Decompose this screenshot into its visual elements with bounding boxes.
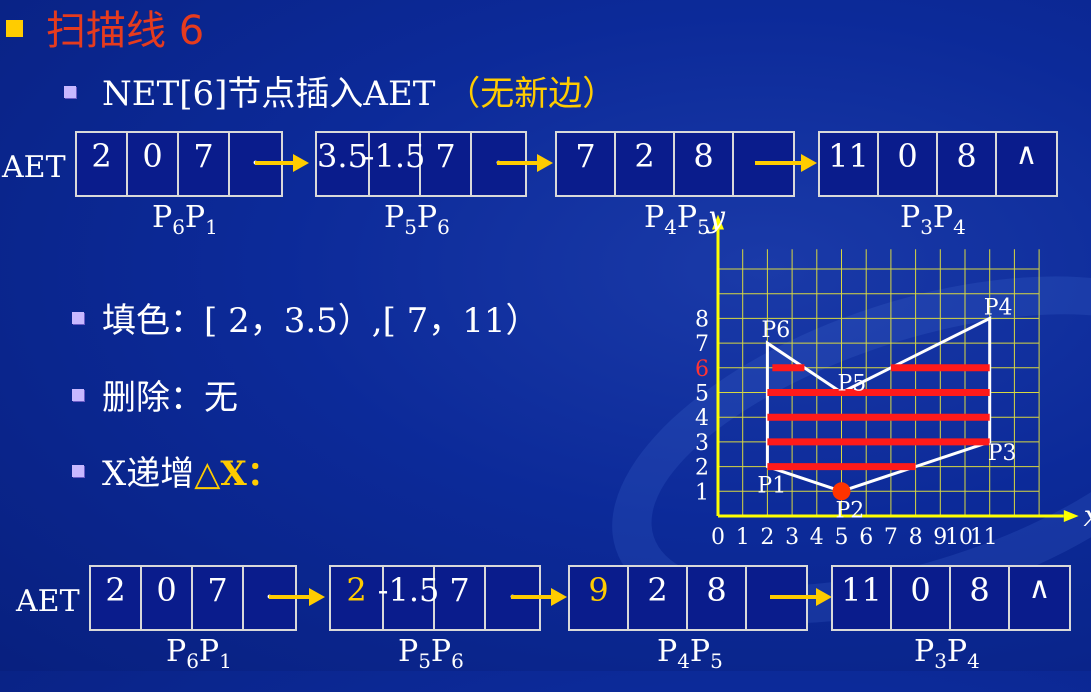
aet-after-edge-label-4: P3P4 bbox=[914, 634, 980, 673]
x-tick-label: 2 bbox=[760, 525, 774, 550]
aet-before-node-4-cell-3: 8 bbox=[938, 133, 997, 195]
item-bullet bbox=[72, 389, 84, 401]
aet-after-node-1-cell-3: 7 bbox=[193, 567, 244, 629]
x-tick-label: 3 bbox=[785, 525, 799, 550]
aet-after-pointer-arrow-1 bbox=[269, 588, 325, 606]
aet-after-node-3-cell-3: 8 bbox=[688, 567, 747, 629]
aet-after-node-1-cell-1: 2 bbox=[91, 567, 142, 629]
aet-before-node-2-cell-3: 7 bbox=[421, 133, 472, 195]
aet-after-node-2-cell-1: 2 bbox=[331, 567, 384, 629]
aet-before-node-3-cell-3: 8 bbox=[675, 133, 734, 195]
aet-after-edge-label-1: P6P1 bbox=[166, 634, 232, 673]
y-tick-label: 2 bbox=[695, 456, 709, 481]
aet-before-pointer-arrow-3 bbox=[755, 154, 817, 172]
aet-label-after: AET bbox=[16, 584, 80, 619]
y-tick-label: 3 bbox=[695, 431, 709, 456]
x-tick-label: 6 bbox=[859, 525, 873, 550]
aet-before-node-3-cell-1: 7 bbox=[557, 133, 616, 195]
aet-before-pointer-arrow-2 bbox=[497, 154, 553, 172]
aet-after-node-4-cell-3: 8 bbox=[951, 567, 1010, 629]
title-bullet bbox=[6, 20, 23, 37]
delta-x-label: △X： bbox=[194, 454, 281, 494]
subtitle-note: （无新边） bbox=[446, 74, 617, 114]
subtitle: NET[6]节点插入AET （无新边） bbox=[102, 66, 616, 115]
aet-after-node-4-cell-4: ∧ bbox=[1028, 571, 1051, 606]
vertex-label-p1: P1 bbox=[757, 474, 786, 499]
x-axis-label: x bbox=[1084, 499, 1091, 534]
subtitle-main: NET[6]节点插入AET bbox=[102, 74, 436, 114]
aet-after-node-2-cell-3: 7 bbox=[435, 567, 486, 629]
aet-before-node-2: 3.5 -1.5 7. bbox=[315, 131, 527, 197]
slide-title: 扫描线 6 bbox=[46, 8, 205, 54]
aet-after-node-3-cell-2: 2 bbox=[629, 567, 688, 629]
aet-before-node-1-cell-1: 2 bbox=[77, 133, 128, 195]
aet-before-node-2-cell-1: 3.5 bbox=[317, 133, 370, 195]
aet-before-node-1: 207. bbox=[75, 131, 283, 197]
x-increment-prefix: X递增 bbox=[102, 454, 195, 494]
x-tick-label: 8 bbox=[909, 525, 923, 550]
y-tick-label: 7 bbox=[695, 332, 709, 357]
vertex-label-p3: P3 bbox=[988, 441, 1017, 466]
y-tick-label: 1 bbox=[695, 480, 709, 505]
vertex-label-p6: P6 bbox=[761, 318, 790, 343]
aet-before-node-4: 11 0 8 ∧ bbox=[818, 131, 1058, 197]
aet-after-node-2-cell-2: -1.5 bbox=[378, 567, 439, 629]
aet-label-before: AET bbox=[2, 150, 66, 185]
aet-before-edge-label-4: P3P4 bbox=[900, 200, 966, 239]
y-tick-label: 4 bbox=[695, 406, 709, 431]
aet-before-node-3-cell-2: 2 bbox=[616, 133, 675, 195]
subtitle-bullet bbox=[64, 86, 76, 98]
item-bullet bbox=[72, 312, 84, 324]
current-scanline-tick-label: 6 bbox=[695, 357, 709, 382]
aet-after-node-4: 11 0 8 ∧ bbox=[831, 565, 1071, 631]
vertex-label-p4: P4 bbox=[984, 295, 1013, 320]
x-tick-label: 7 bbox=[884, 525, 898, 550]
x-tick-label: 0 bbox=[711, 525, 725, 550]
item-bullet bbox=[72, 465, 84, 477]
aet-after-pointer-arrow-3 bbox=[770, 588, 832, 606]
aet-before-node-4-cell-1: 11 bbox=[820, 133, 879, 195]
aet-after-edge-label-2: P5P6 bbox=[398, 634, 464, 673]
delete-item: 删除：无 bbox=[102, 378, 238, 418]
vertex-label-p5: P5 bbox=[838, 372, 867, 397]
aet-after-pointer-arrow-2 bbox=[511, 588, 567, 606]
x-tick-label: 11 bbox=[970, 525, 998, 550]
aet-before-node-1-cell-3: 7 bbox=[179, 133, 230, 195]
x-tick-label: 1 bbox=[736, 525, 750, 550]
aet-before-node-4-cell-2: 0 bbox=[879, 133, 938, 195]
y-tick-label: 8 bbox=[695, 307, 709, 332]
aet-before-edge-label-1: P6P1 bbox=[152, 200, 218, 239]
x-axis-arrowhead bbox=[1063, 510, 1079, 522]
polygon-scanline-diagram: xy0123456789101112345678P1P2P3P4P5P6 bbox=[695, 200, 1091, 550]
aet-after-node-4-cell-2: 0 bbox=[892, 567, 951, 629]
p2-marker bbox=[832, 482, 851, 501]
aet-after-node-1: 207. bbox=[89, 565, 297, 631]
aet-after-node-3-cell-1: 9 bbox=[570, 567, 629, 629]
aet-before-node-4-cell-4: ∧ bbox=[1015, 137, 1038, 172]
aet-after-edge-label-3: P4P5 bbox=[657, 634, 723, 673]
aet-after-node-4-cell-1: 11 bbox=[833, 567, 892, 629]
aet-before-node-2-cell-2: -1.5 bbox=[364, 133, 425, 195]
aet-before-edge-label-2: P5P6 bbox=[384, 200, 450, 239]
x-tick-label: 5 bbox=[835, 525, 849, 550]
aet-before-node-1-cell-2: 0 bbox=[128, 133, 179, 195]
fill-item: 填色：[ 2，3.5）,[ 7，11） bbox=[102, 301, 540, 341]
x-increment-item: X递增△X： bbox=[102, 446, 281, 495]
x-tick-label: 4 bbox=[810, 525, 824, 550]
aet-after-node-2: 2 -1.5 7. bbox=[329, 565, 541, 631]
aet-before-edge-label-3: P4P5 bbox=[644, 200, 710, 239]
y-tick-label: 5 bbox=[695, 382, 709, 407]
vertex-label-p2: P2 bbox=[836, 498, 865, 523]
aet-after-node-1-cell-2: 0 bbox=[142, 567, 193, 629]
aet-before-pointer-arrow-1 bbox=[255, 154, 309, 172]
